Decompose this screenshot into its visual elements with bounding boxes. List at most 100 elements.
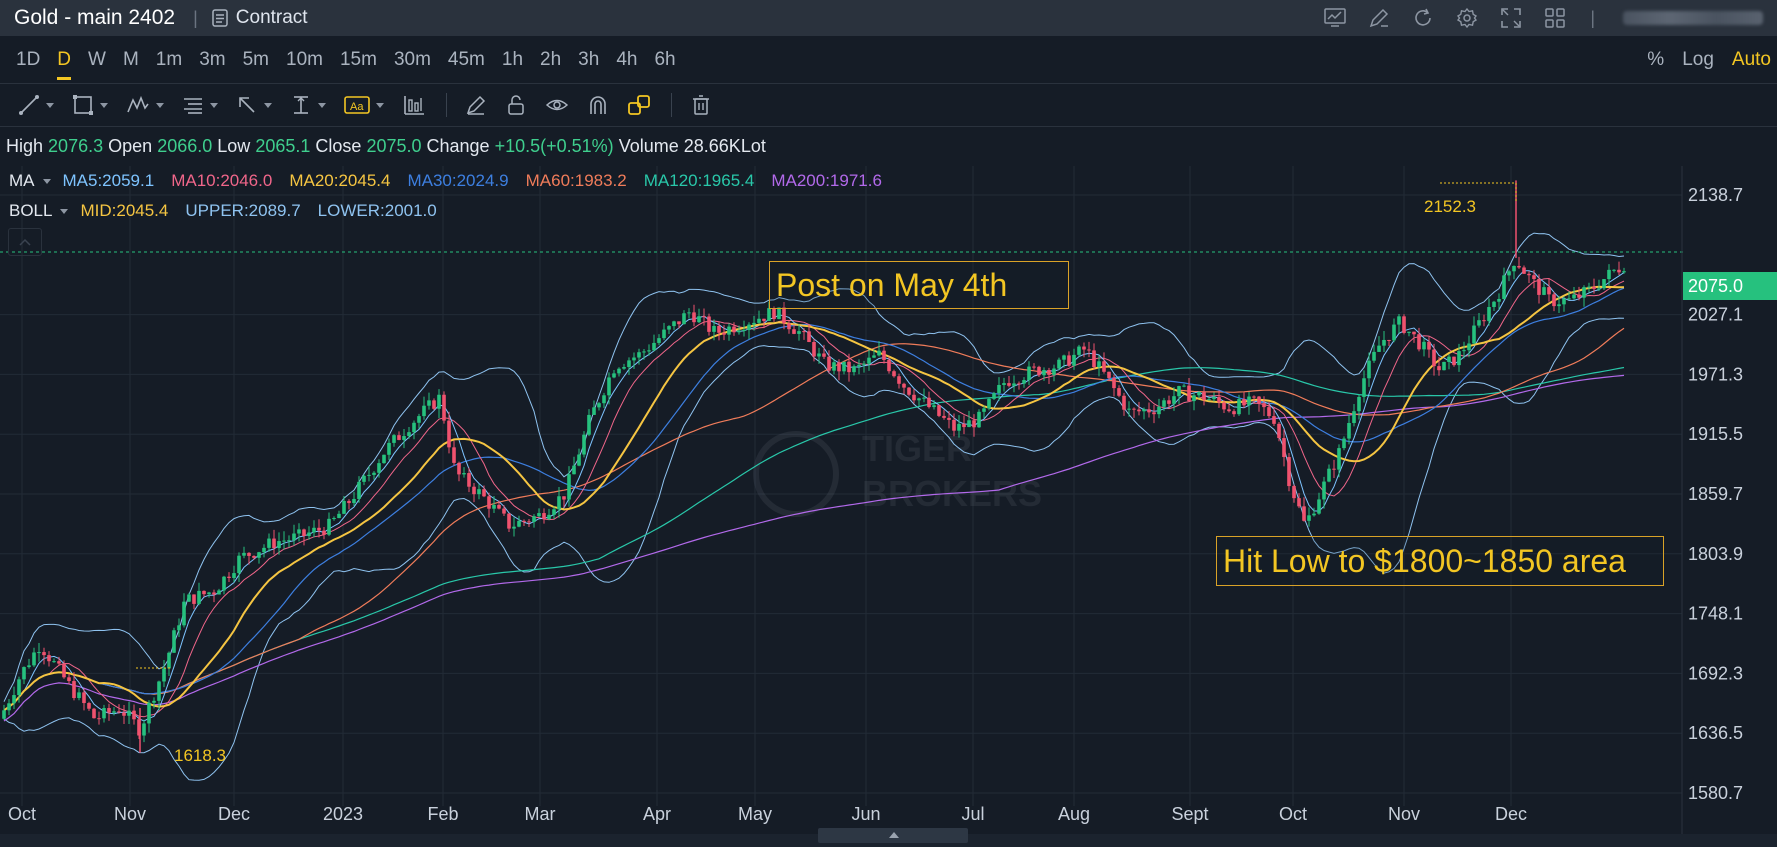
candle-body xyxy=(157,681,161,701)
candle-body xyxy=(902,383,906,388)
percent-scale-toggle[interactable]: % xyxy=(1647,49,1664,71)
measure-tool[interactable] xyxy=(290,94,326,116)
candle-body xyxy=(362,475,366,482)
candle-body xyxy=(1327,468,1331,482)
log-scale-toggle[interactable]: Log xyxy=(1682,49,1714,71)
volume-label: Volume xyxy=(618,136,679,156)
gear-icon[interactable] xyxy=(1454,5,1480,31)
ma-dropdown-icon[interactable] xyxy=(42,178,51,184)
candle-body xyxy=(847,361,851,373)
candle-body xyxy=(1077,346,1081,355)
candle-body xyxy=(647,350,651,352)
interval-4h[interactable]: 4h xyxy=(616,49,637,71)
scrollbar-thumb[interactable] xyxy=(818,828,968,843)
interval-15m[interactable]: 15m xyxy=(340,49,377,71)
interval-5m[interactable]: 5m xyxy=(243,49,269,71)
candle-body xyxy=(1602,279,1606,289)
candle-body xyxy=(292,533,296,541)
candle-body xyxy=(1102,361,1106,372)
date-tick-label: May xyxy=(738,804,772,824)
candle-body xyxy=(1597,288,1601,290)
candle-body xyxy=(1107,371,1111,378)
price-tick-label: 1636.5 xyxy=(1688,723,1743,743)
candle-body xyxy=(1307,515,1311,521)
boll-mid-value: MID:2045.4 xyxy=(80,201,169,220)
candle-body xyxy=(42,652,46,656)
interval-6h[interactable]: 6h xyxy=(654,49,675,71)
rectangle-tool[interactable] xyxy=(72,94,108,116)
text-tool[interactable]: Aa xyxy=(344,94,384,116)
interval-1h[interactable]: 1h xyxy=(502,49,523,71)
pencil-icon xyxy=(466,95,486,115)
candle-body xyxy=(1372,351,1376,361)
annotation-post-may[interactable]: Post on May 4th xyxy=(769,261,1069,309)
candle-body xyxy=(517,520,521,527)
candle-body xyxy=(1457,351,1461,366)
candle-body xyxy=(427,400,431,406)
interval-D[interactable]: D xyxy=(57,49,71,80)
boll-dropdown-icon[interactable] xyxy=(60,208,69,214)
link-tool[interactable] xyxy=(627,94,651,116)
interval-2h[interactable]: 2h xyxy=(540,49,561,71)
pattern-tool[interactable] xyxy=(126,94,164,116)
candle-body xyxy=(1292,486,1296,499)
candle-body xyxy=(557,496,561,510)
ma-indicator-name[interactable]: MA xyxy=(9,171,35,191)
candle-body xyxy=(1072,354,1076,366)
lock-icon xyxy=(508,95,524,115)
candle-body xyxy=(487,496,491,509)
layout-grid-icon[interactable] xyxy=(1542,5,1568,31)
interval-M[interactable]: M xyxy=(123,49,139,71)
candle-body xyxy=(2,710,6,719)
candle-body xyxy=(507,513,511,529)
annotation-hit-low[interactable]: Hit Low to $1800~1850 area xyxy=(1216,536,1664,586)
bars-pattern-tool[interactable] xyxy=(402,94,426,116)
delete-drawings-tool[interactable] xyxy=(690,94,712,116)
account-name-blurred[interactable] xyxy=(1623,11,1763,25)
candle-body xyxy=(397,435,401,440)
candle-body xyxy=(272,538,276,549)
candle-body xyxy=(252,555,256,558)
candle-body xyxy=(1527,273,1531,276)
refresh-icon[interactable] xyxy=(1410,5,1436,31)
candle-body xyxy=(1577,294,1581,298)
candle-body xyxy=(97,718,101,720)
candle-body xyxy=(317,527,321,531)
candle-body xyxy=(262,547,266,553)
candle-body xyxy=(787,323,791,330)
candle-body xyxy=(1272,416,1276,424)
boll-indicator-name[interactable]: BOLL xyxy=(9,201,52,221)
candle-body xyxy=(1422,341,1426,350)
candle-body xyxy=(1432,349,1436,367)
draw-icon[interactable] xyxy=(1366,5,1392,31)
interval-3m[interactable]: 3m xyxy=(199,49,225,71)
contract-button[interactable]: Contract xyxy=(212,7,308,29)
candle-body xyxy=(1167,400,1171,404)
trend-line-tool[interactable] xyxy=(18,94,54,116)
interval-1D[interactable]: 1D xyxy=(16,49,40,71)
interval-10m[interactable]: 10m xyxy=(286,49,323,71)
candle-body xyxy=(1177,386,1181,397)
candle-body xyxy=(1437,366,1441,371)
candle-body xyxy=(1212,397,1216,400)
chart-settings-icon[interactable] xyxy=(1322,5,1348,31)
boll-legend: BOLL MID:2045.4 UPPER:2089.7 LOWER:2001.… xyxy=(9,201,454,221)
visibility-tool[interactable] xyxy=(545,94,569,116)
arrow-tool[interactable] xyxy=(236,94,272,116)
pencil-tool[interactable] xyxy=(465,94,487,116)
fullscreen-icon[interactable] xyxy=(1498,5,1524,31)
candle-body xyxy=(242,552,246,556)
candle-body xyxy=(407,432,411,437)
collapse-legend-button[interactable] xyxy=(8,228,42,256)
candle-body xyxy=(7,703,11,711)
auto-scale-toggle[interactable]: Auto xyxy=(1732,49,1771,71)
fib-tool[interactable] xyxy=(182,94,218,116)
interval-1m[interactable]: 1m xyxy=(156,49,182,71)
lock-tool[interactable] xyxy=(505,94,527,116)
interval-45m[interactable]: 45m xyxy=(448,49,485,71)
interval-W[interactable]: W xyxy=(88,49,106,71)
magnet-tool[interactable] xyxy=(587,94,609,116)
interval-3h[interactable]: 3h xyxy=(578,49,599,71)
interval-30m[interactable]: 30m xyxy=(394,49,431,71)
candle-body xyxy=(492,504,496,509)
